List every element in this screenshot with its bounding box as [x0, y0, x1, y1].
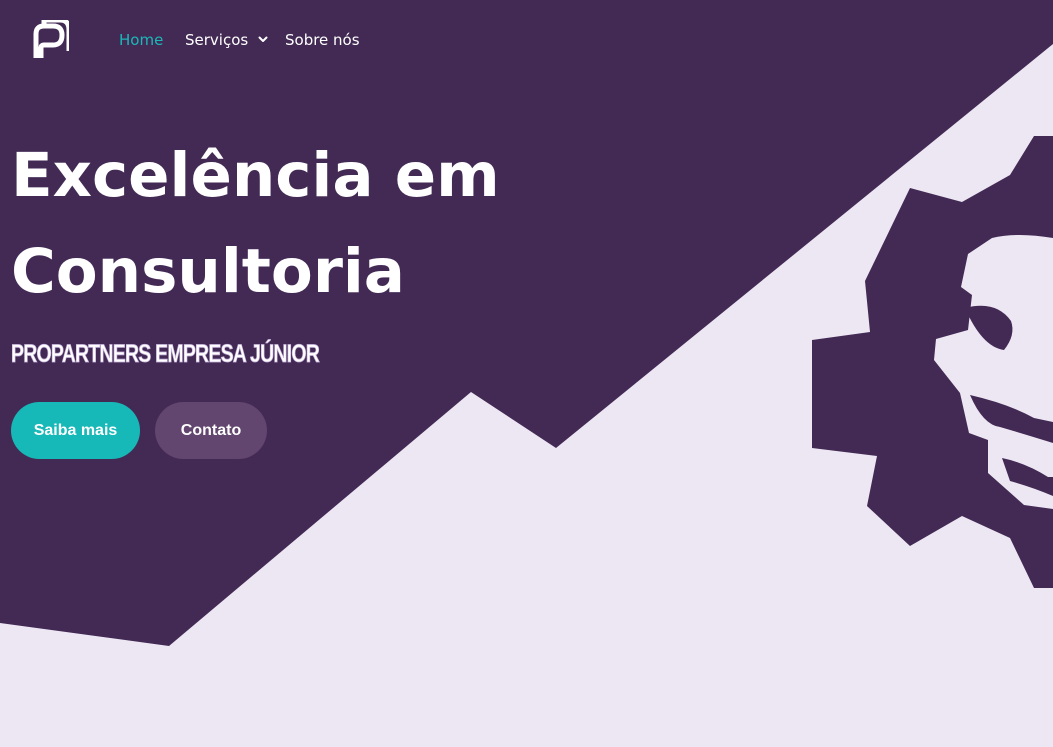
- nav-services-label: Serviços: [185, 31, 249, 49]
- gear-lion-emblem-icon: [812, 136, 1053, 588]
- nav-about-link[interactable]: Sobre nós: [285, 29, 360, 51]
- hero-subtitle: PROPARTNERS EMPRESA JÚNIOR: [11, 340, 320, 369]
- hero-title-line-1: Excelência em: [11, 140, 500, 211]
- nav-services-dropdown[interactable]: Serviços: [185, 29, 268, 51]
- propartners-logo-icon[interactable]: [31, 20, 69, 58]
- top-navigation: Home Serviços Sobre nós: [0, 0, 1053, 78]
- nav-home-link[interactable]: Home: [119, 29, 163, 51]
- hero-title-line-2: Consultoria: [11, 236, 405, 307]
- nav-about-label: Sobre nós: [285, 31, 360, 49]
- chevron-down-icon: [258, 36, 268, 42]
- nav-home-label: Home: [119, 31, 164, 49]
- saiba-mais-button[interactable]: Saiba mais: [11, 402, 140, 459]
- contato-button[interactable]: Contato: [155, 402, 267, 459]
- hero-title: Excelência em Consultoria: [11, 128, 571, 320]
